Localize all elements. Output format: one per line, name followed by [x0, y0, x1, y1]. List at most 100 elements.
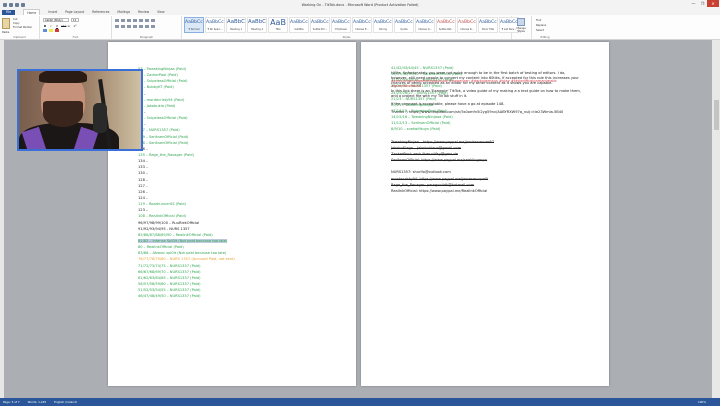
shading-icon[interactable] [145, 25, 149, 28]
paste-button[interactable]: Paste [2, 30, 9, 34]
document-line-text: 139 – SeriksenOfficial (Paid) [138, 134, 189, 139]
style-name: Quote [400, 28, 408, 31]
style-name: Subtitle [294, 28, 304, 31]
clipboard-group: Paste Cut Copy Format Painter Clipboard [0, 16, 40, 39]
document-line-text: 56/57/58/59/60 – NURS1357 (Paid) [138, 281, 201, 286]
document-line-text: 61/62/63/64/65 – NURS1357 (Paid) [138, 275, 201, 280]
align-center-icon[interactable] [121, 25, 125, 28]
page-2-paragraphs: Hi!Its. Unfortunately you were not quick… [391, 71, 581, 114]
subscript-button[interactable]: x₂ [67, 24, 71, 28]
justify-icon[interactable] [133, 25, 137, 28]
style-name: Intense Q... [418, 28, 432, 31]
font-size-dropdown[interactable]: 11 [71, 18, 79, 22]
italic-button[interactable]: I [49, 24, 53, 28]
text-effects-icon[interactable] [43, 29, 47, 32]
increase-indent-icon[interactable] [139, 19, 143, 22]
style-item[interactable]: AaBbCcDc Intense E... [352, 17, 372, 33]
style-sample: AaBbCc. [290, 20, 308, 25]
document-line-text: 80 – RealInkOfficial (Paid) [138, 245, 184, 250]
style-item[interactable]: AaBbCc Heading 2 [247, 17, 267, 33]
underline-button[interactable]: U [55, 24, 59, 28]
vertical-scrollbar[interactable] [712, 40, 720, 398]
document-line-text: 14/15/16 – TweakingNinjaaa (Paid) [391, 115, 453, 120]
document-line-text: 96/97/98/99/100 – RuuRiekOfficial [138, 220, 200, 225]
document-line-text: ZackerPool: zack.fiver.nilfsy@gmx.de [391, 151, 458, 156]
document-page-2[interactable]: 41/42/43/44/45 – NURS1357 (Paid) 36/37/38… [361, 42, 609, 386]
style-item[interactable]: AaBbCcDc ¶ Normal [184, 17, 204, 33]
style-item[interactable]: AaBbCc. Subtitle [289, 17, 309, 33]
minimize-button[interactable]: — [689, 0, 698, 7]
document-line-text: 85/86/87/88/89/90 – RealInkOfficial (Pai… [138, 232, 213, 237]
bullets-icon[interactable] [115, 19, 119, 22]
show-marks-icon[interactable] [151, 19, 155, 22]
document-line-text: 81/82 – Intense Spl0it (Not paid because… [138, 238, 228, 243]
document-line-text: NURS1357: shurifo@outlook.com [391, 170, 451, 175]
editing-items: Find Replace Select [536, 18, 546, 33]
tab-file[interactable]: File [2, 9, 16, 15]
tab-page-layout[interactable]: Page Layout [65, 10, 84, 14]
tab-insert[interactable]: Insert [48, 10, 57, 14]
borders-icon[interactable] [151, 25, 155, 28]
tab-view[interactable]: View [157, 10, 164, 14]
format-painter-button[interactable]: Format Painter [13, 26, 32, 30]
maximize-button[interactable]: ❐ [698, 0, 707, 7]
style-item[interactable]: AaBbCcDc ¶ No Spaci... [205, 17, 225, 33]
superscript-button[interactable]: x² [73, 24, 77, 28]
style-item[interactable]: AaB Title [268, 17, 288, 33]
style-item[interactable]: AaBbCc Heading 1 [226, 17, 246, 33]
document-line-text: montecristy94: https://www.paypal.me/jam… [391, 176, 489, 181]
style-item[interactable]: AaBbCcDc Emphasis [331, 17, 351, 33]
close-button[interactable]: ✕ [707, 0, 719, 7]
font-group: Calibri (Body) 11 B I U abc x₂ x² Font [40, 16, 112, 39]
document-line-text: 66/67/68/69/70 – NURS1357 (Paid) [138, 269, 201, 274]
align-left-icon[interactable] [115, 25, 119, 28]
word-count[interactable]: Words: 1,245 [28, 400, 46, 404]
language[interactable]: English (Ireland) [54, 400, 77, 404]
style-sample: AaBbCcDc [311, 20, 329, 25]
style-item[interactable]: AaBbCcDc Strong [373, 17, 393, 33]
style-item[interactable]: AaBbCcDc Subtle Ref... [436, 17, 456, 33]
style-name: Strong [379, 28, 387, 31]
document-line-text: 126 – [138, 189, 148, 194]
status-bar: Page: 5 of 7 Words: 1,245 English (Irela… [0, 398, 720, 406]
font-name-dropdown[interactable]: Calibri (Body) [43, 18, 69, 22]
strikethrough-button[interactable]: abc [61, 24, 66, 28]
align-right-icon[interactable] [127, 25, 131, 28]
numbering-icon[interactable] [121, 19, 125, 22]
document-line-text: 46/47/48/49/50 – NURS1357 (Paid) [138, 294, 201, 299]
document-line-text: 52 – ZackerPool (Paid) [138, 73, 178, 78]
style-item[interactable]: AaBbCcDc Quote [394, 17, 414, 33]
window-title: Working On - TikTok.docx - Microsoft Wor… [301, 2, 419, 7]
highlight-icon[interactable] [49, 29, 53, 32]
tab-review[interactable]: Review [138, 10, 149, 14]
style-item[interactable]: AaBbCcDc Intense R... [457, 17, 477, 33]
document-line-text: 76/77/78/79/80 – NURS 1357 (Accused Paid… [138, 257, 235, 262]
page-count[interactable]: Page: 5 of 7 [3, 400, 20, 404]
document-paragraph: If the payment is acceptable, please hav… [391, 102, 505, 107]
zoom-level[interactable]: 100% [698, 400, 706, 404]
document-line-text: 41/42/43/44/45 – NURS1357 (Paid) [391, 66, 454, 70]
document-page-1[interactable]: 53 – TweakingNinjaa (Paid) 52 – ZackerPoo… [108, 42, 356, 386]
paste-icon[interactable] [2, 18, 10, 29]
sort-icon[interactable] [145, 19, 149, 22]
tab-references[interactable]: References [92, 10, 109, 14]
line-spacing-icon[interactable] [139, 25, 143, 28]
style-item[interactable]: AaBbCcDc Subtle Em... [310, 17, 330, 33]
bold-button[interactable]: B [43, 24, 47, 28]
style-item[interactable]: AaBbCcDc Book Title [478, 17, 498, 33]
change-styles-button[interactable]: Change Styles [515, 18, 527, 33]
style-sample: AaBbCcDc [479, 20, 497, 25]
multilevel-list-icon[interactable] [127, 19, 131, 22]
scrollbar-thumb[interactable] [713, 100, 719, 130]
decrease-indent-icon[interactable] [133, 19, 137, 22]
style-name: Book Title [482, 28, 494, 31]
clipboard-group-label: Clipboard [13, 36, 26, 39]
tab-mailings[interactable]: Mailings [117, 10, 130, 14]
style-name: Subtle Em... [312, 28, 328, 31]
select-button[interactable]: Select [536, 28, 546, 33]
font-color-icon[interactable] [55, 29, 59, 32]
styles-group: AaBbCcDc¶ NormalAaBbCcDc¶ No Spaci...AaB… [182, 16, 519, 39]
document-line-text: 41 – SnipelessOfficial (Paid) [138, 116, 188, 121]
style-item[interactable]: AaBbCcDc Intense Q... [415, 17, 435, 33]
